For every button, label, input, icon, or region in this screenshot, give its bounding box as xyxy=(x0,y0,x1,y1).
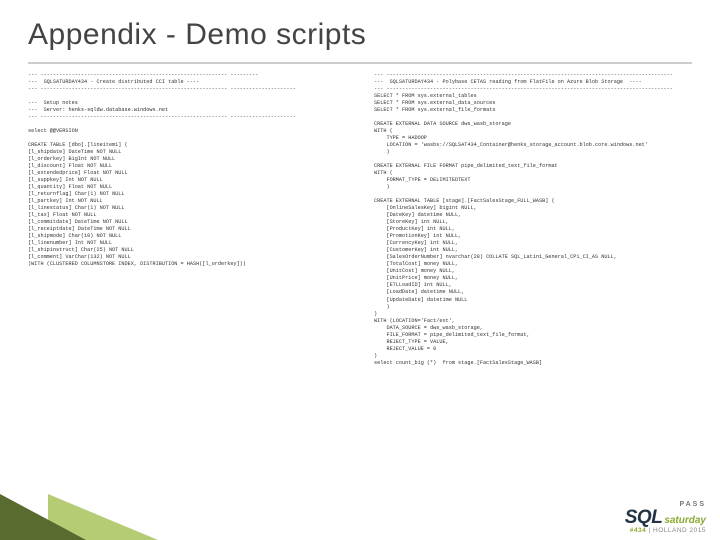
right-script-block: --- ------------------------------------… xyxy=(374,72,692,367)
logo-sql-text: SQL xyxy=(625,508,663,527)
slide-title-wrap: Appendix - Demo scripts xyxy=(0,0,720,58)
logo-tagline: #434 | HOLLAND 2015 xyxy=(625,528,706,535)
logo-saturday-text: saturday xyxy=(664,516,706,526)
footer: PASS SQL saturday #434 | HOLLAND 2015 xyxy=(0,494,720,540)
content-columns: --- ------------------------------------… xyxy=(0,64,720,367)
left-script-block: --- ------------------------------------… xyxy=(28,72,346,367)
slide-title: Appendix - Demo scripts xyxy=(28,18,692,52)
logo-main: SQL saturday xyxy=(625,508,706,527)
footer-triangle-dark xyxy=(0,494,86,540)
event-location: | HOLLAND 2015 xyxy=(646,527,706,534)
event-logo: PASS SQL saturday #434 | HOLLAND 2015 xyxy=(625,501,706,535)
event-number: #434 xyxy=(630,527,646,534)
